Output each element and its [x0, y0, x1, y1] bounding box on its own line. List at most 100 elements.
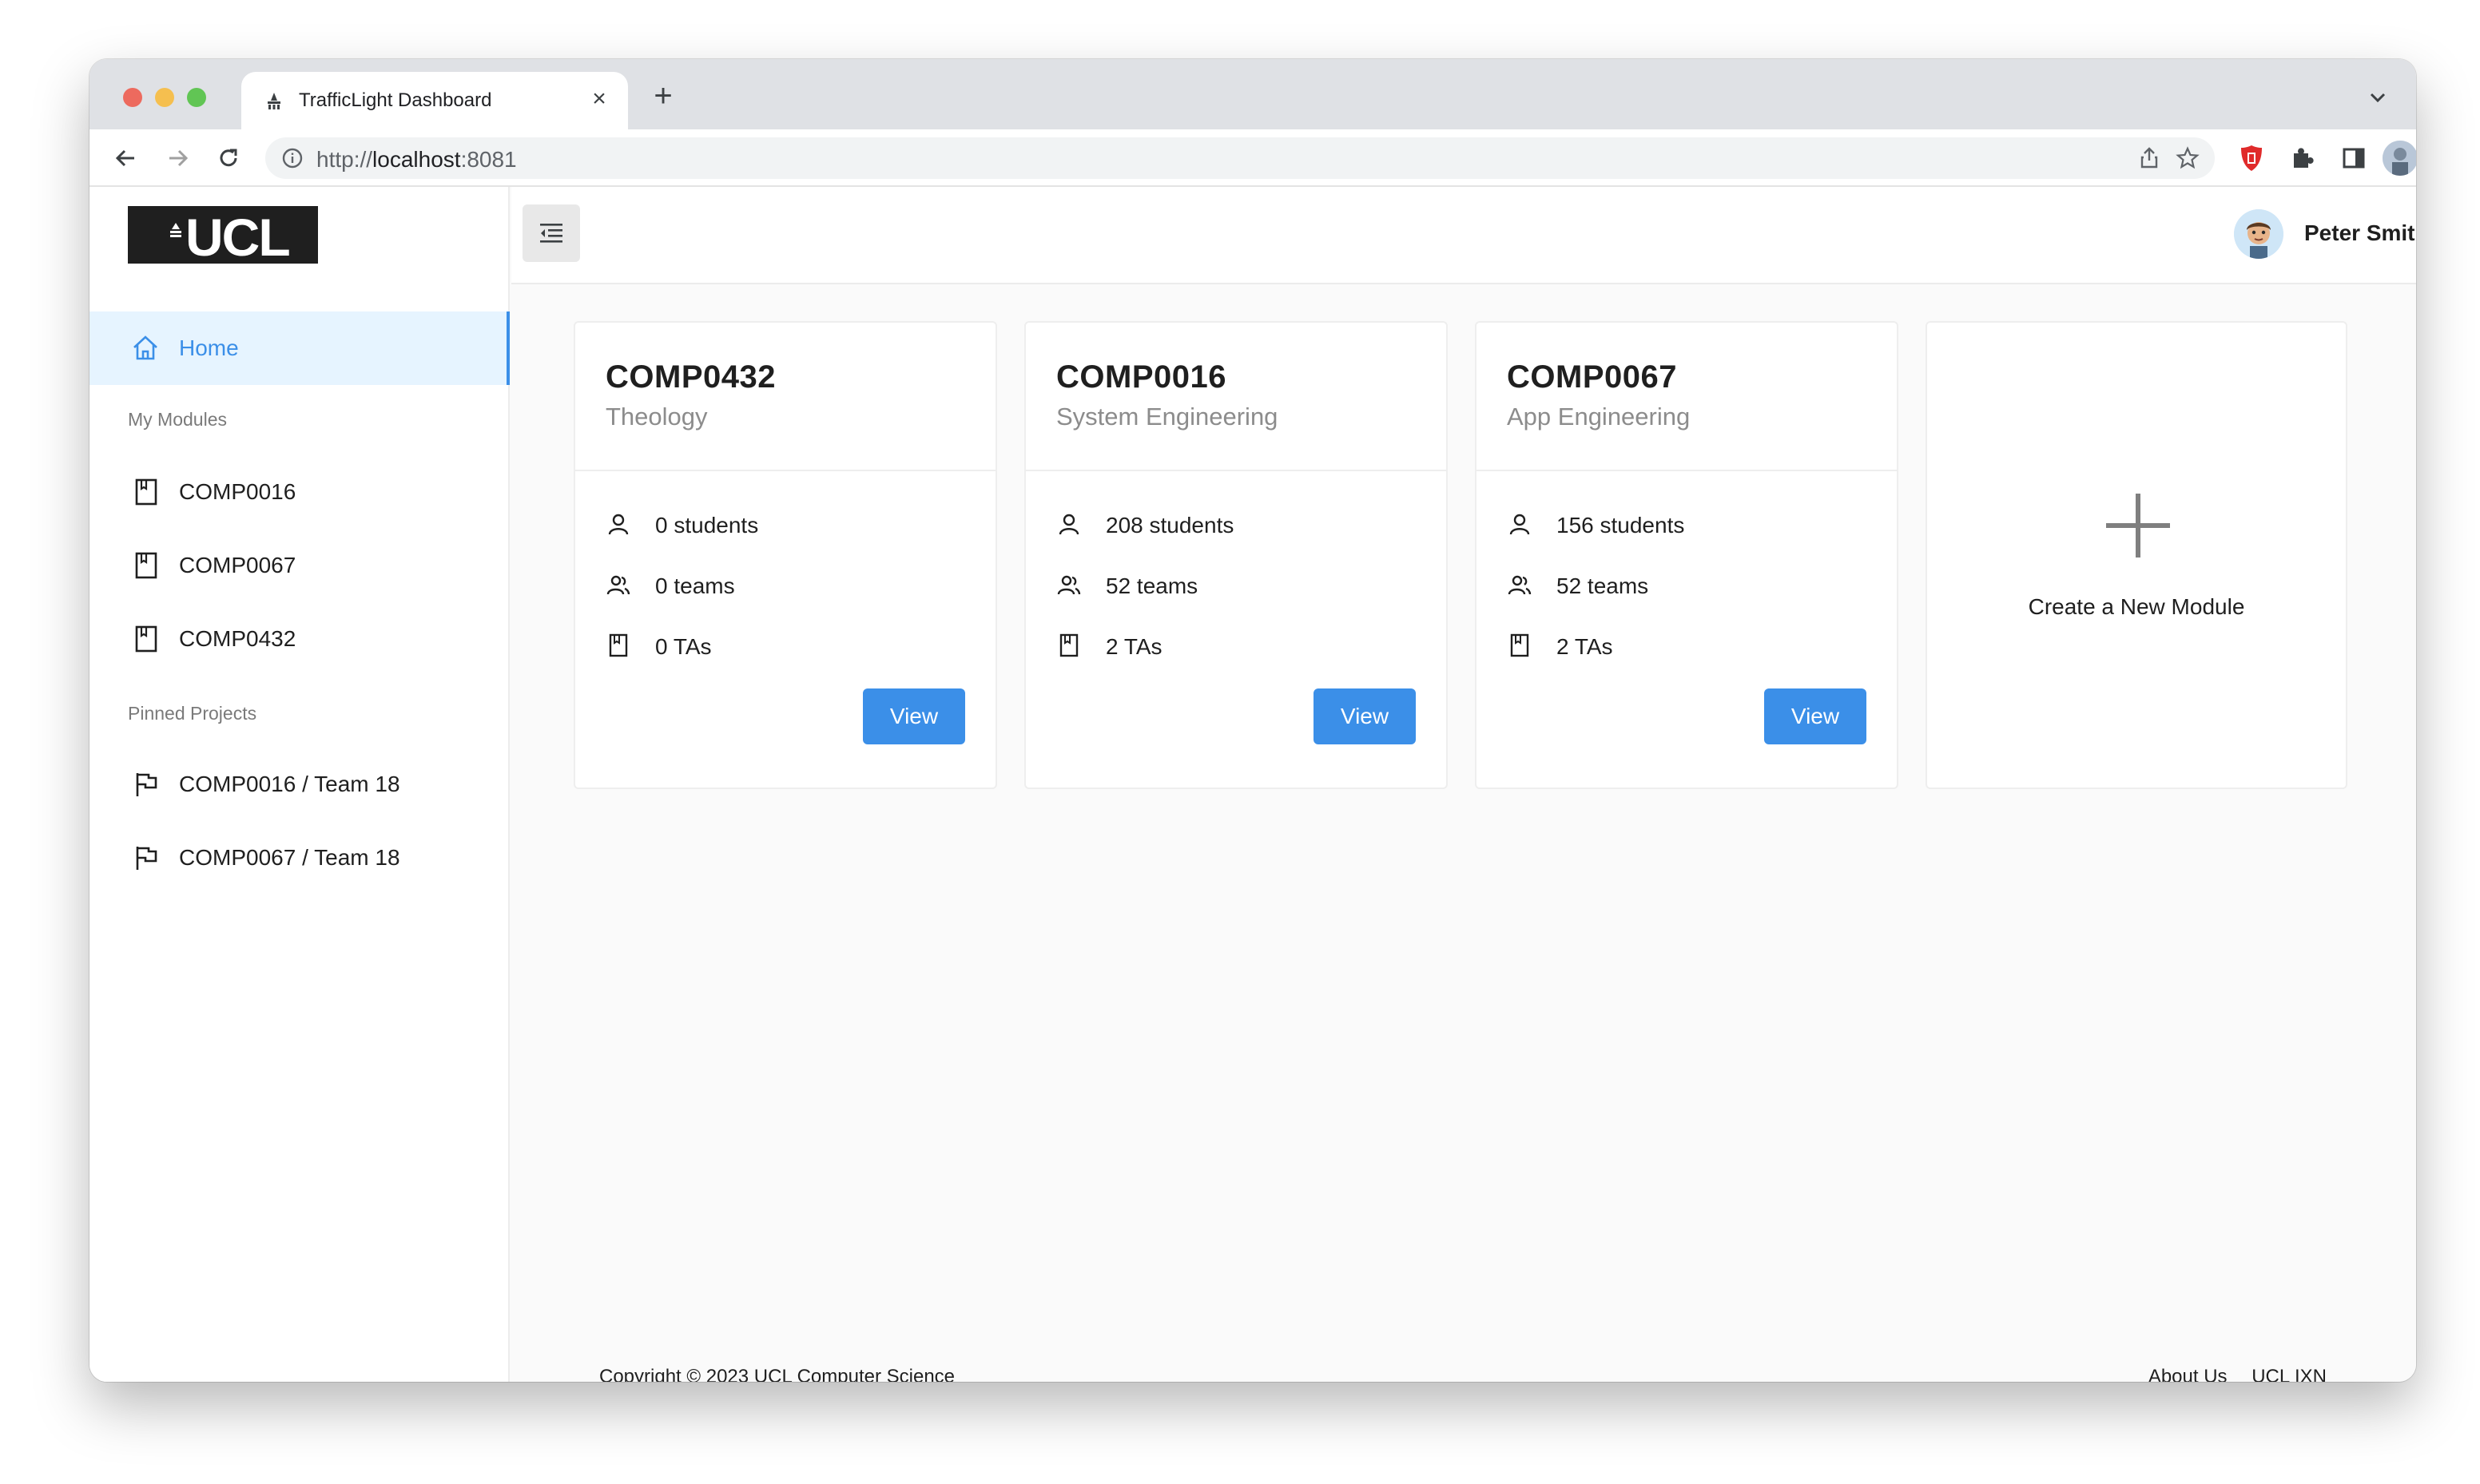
favicon-icon [268, 93, 280, 109]
book-icon [135, 625, 157, 653]
tas-stat: 2 TAs [1507, 631, 1858, 663]
close-window-button[interactable] [123, 88, 142, 107]
bookmark-star-icon[interactable] [2175, 145, 2200, 171]
students-count: 0 students [655, 513, 759, 538]
students-stat: 156 students [1507, 510, 1858, 542]
url-host: localhost [372, 147, 461, 172]
tab-close-icon[interactable]: × [585, 85, 614, 113]
module-name: System Engineering [1056, 403, 1278, 431]
zoom-window-button[interactable] [187, 88, 206, 107]
view-module-button[interactable]: View [1314, 688, 1416, 744]
sidebar-item-label: COMP0016 / Team 18 [179, 772, 400, 796]
user-icon [1059, 514, 1079, 535]
flag-icon [136, 847, 157, 870]
sidebar-item-comp0432[interactable]: COMP0432 [89, 607, 510, 671]
menu-fold-icon [540, 224, 562, 243]
side-panel-icon[interactable] [2338, 142, 2370, 174]
logo-text: UCL [185, 208, 291, 267]
team-icon [1508, 575, 1532, 595]
tab-title: TrafficLight Dashboard [299, 89, 492, 111]
sidebar-item-home[interactable]: Home [89, 311, 510, 385]
chevron-down-icon[interactable] [2363, 83, 2392, 112]
forward-arrow-icon[interactable] [161, 142, 193, 174]
sidebar-item-pinned-project[interactable]: COMP0067 / Team 18 [89, 826, 510, 890]
book-icon [1059, 633, 1079, 657]
ucl-logo[interactable]: UCL [128, 206, 318, 264]
module-card-header: COMP0016 System Engineering [1026, 323, 1446, 471]
module-card: COMP0432 Theology 0 students 0 teams 0 T… [574, 321, 997, 789]
share-icon[interactable] [2136, 145, 2162, 171]
tas-stat: 0 TAs [606, 631, 957, 663]
new-tab-icon[interactable]: + [646, 80, 681, 115]
sidebar-item-pinned-project[interactable]: COMP0016 / Team 18 [89, 752, 510, 816]
flag-icon [136, 773, 157, 796]
module-card-header: COMP0432 Theology [575, 323, 996, 471]
footer-copyright: Copyright © 2023 UCL Computer Science [599, 1366, 956, 1382]
app-root: UCL Home My Modules COMP0016 COMP0067 CO… [89, 187, 2416, 1382]
browser-tab[interactable]: TrafficLight Dashboard × [241, 72, 628, 129]
home-icon [133, 335, 157, 360]
tab-strip: TrafficLight Dashboard × + [89, 59, 2416, 129]
back-arrow-icon[interactable] [110, 142, 142, 174]
collapse-sidebar-button[interactable] [523, 204, 580, 262]
tas-count: 2 TAs [1556, 634, 1613, 659]
create-module-label: Create a New Module [2028, 594, 2245, 619]
user-icon [1509, 514, 1530, 535]
module-code: COMP0016 [1056, 359, 1226, 395]
minimize-window-button[interactable] [155, 88, 174, 107]
teams-count: 52 teams [1106, 573, 1198, 598]
book-icon [135, 478, 157, 506]
students-count: 208 students [1106, 513, 1234, 538]
module-code: COMP0067 [1507, 359, 1677, 395]
teams-count: 0 teams [655, 573, 735, 598]
sidebar-item-comp0016[interactable]: COMP0016 [89, 460, 510, 524]
teams-stat: 52 teams [1507, 570, 1858, 602]
top-header: Peter Smith [511, 187, 2416, 284]
book-icon [609, 633, 628, 657]
user-icon [608, 514, 629, 535]
url-text: http://localhost:8081 [316, 147, 517, 173]
view-module-button[interactable]: View [863, 688, 965, 744]
module-card: COMP0067 App Engineering 156 students 52… [1475, 321, 1898, 789]
team-icon [1057, 575, 1081, 595]
create-module-card[interactable]: Create a New Module [1926, 321, 2347, 789]
book-icon [1510, 633, 1529, 657]
address-bar[interactable]: http://localhost:8081 [265, 137, 2215, 179]
extension-shield-icon[interactable] [2236, 142, 2267, 174]
teams-stat: 0 teams [606, 570, 957, 602]
tas-count: 0 TAs [655, 634, 712, 659]
sidebar-item-label: COMP0067 [179, 553, 296, 577]
sidebar-item-label: COMP0016 [179, 479, 296, 504]
portico-icon [170, 223, 181, 237]
module-name: App Engineering [1507, 403, 1691, 431]
teams-count: 52 teams [1556, 573, 1649, 598]
tas-stat: 2 TAs [1056, 631, 1408, 663]
sidebar: UCL Home My Modules COMP0016 COMP0067 CO… [89, 187, 510, 1382]
my-modules-heading: My Modules [128, 409, 227, 430]
browser-window: TrafficLight Dashboard × + http://localh… [89, 59, 2416, 1382]
sidebar-item-label: COMP0067 / Team 18 [179, 845, 400, 870]
profile-avatar[interactable] [2383, 141, 2416, 176]
students-stat: 0 students [606, 510, 957, 542]
sidebar-item-comp0067[interactable]: COMP0067 [89, 534, 510, 597]
tas-count: 2 TAs [1106, 634, 1162, 659]
info-icon[interactable] [281, 147, 304, 169]
user-name[interactable]: Peter Smith [2304, 220, 2416, 246]
book-icon [135, 552, 157, 579]
module-name: Theology [606, 403, 708, 431]
user-avatar[interactable] [2234, 209, 2283, 259]
footer-links: About Us UCL IXN [2129, 1366, 2327, 1382]
students-stat: 208 students [1056, 510, 1408, 542]
module-card-header: COMP0067 App Engineering [1476, 323, 1897, 471]
url-port: :8081 [460, 147, 517, 172]
plus-icon [2106, 494, 2170, 557]
about-us-link[interactable]: About Us [2148, 1366, 2228, 1382]
ucl-ixn-link[interactable]: UCL IXN [2251, 1366, 2327, 1382]
sidebar-item-label: COMP0432 [179, 626, 296, 651]
reload-icon[interactable] [213, 142, 244, 174]
view-module-button[interactable]: View [1764, 688, 1866, 744]
teams-stat: 52 teams [1056, 570, 1408, 602]
extensions-puzzle-icon[interactable] [2287, 142, 2319, 174]
url-scheme: http:// [316, 147, 373, 172]
students-count: 156 students [1556, 513, 1685, 538]
